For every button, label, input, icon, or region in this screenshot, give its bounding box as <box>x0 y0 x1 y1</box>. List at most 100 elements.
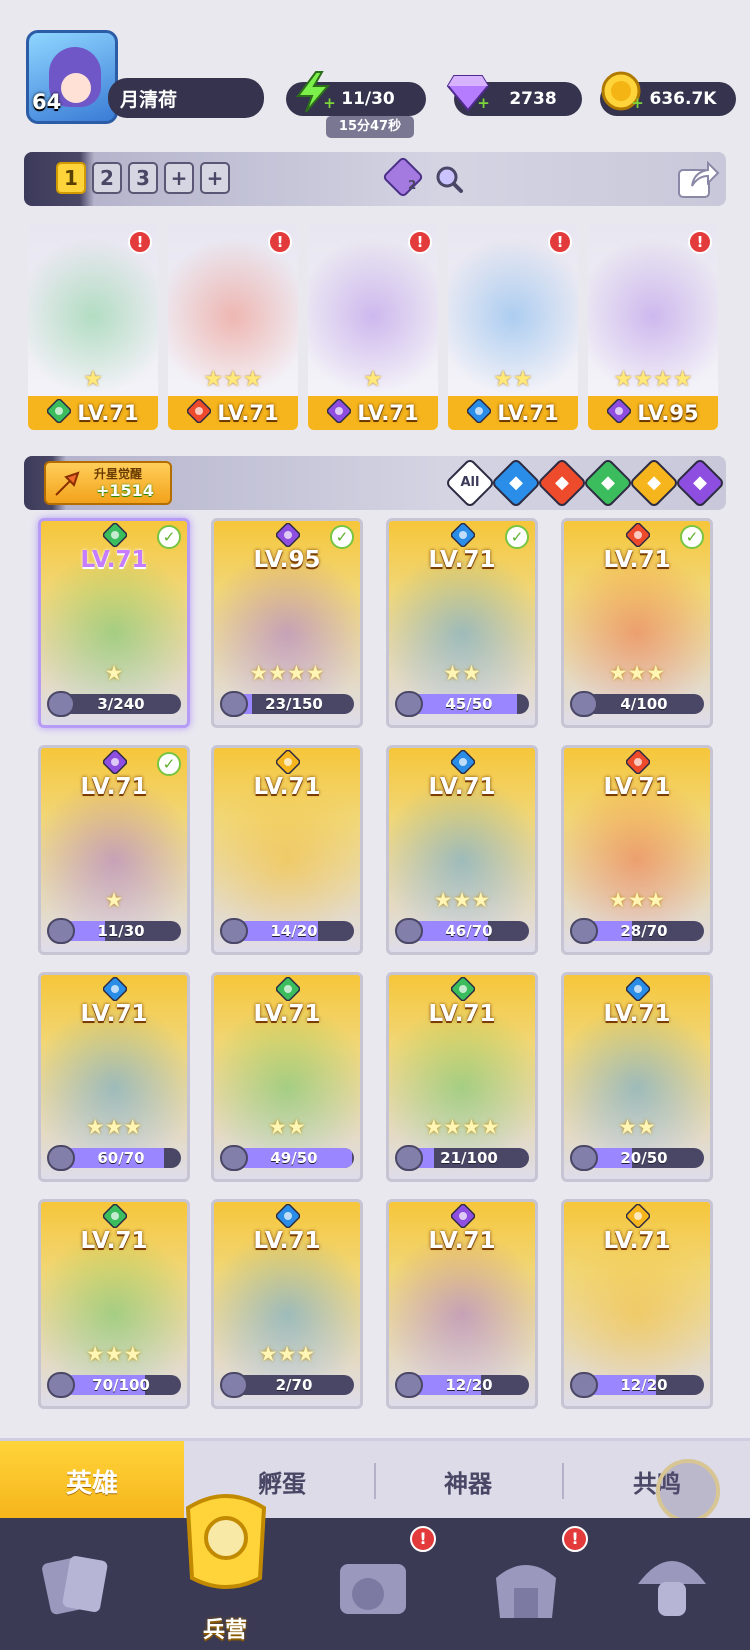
gem-plus-icon[interactable]: + <box>476 96 491 111</box>
hero-level: LV.71 <box>80 774 148 800</box>
filter-light-button[interactable]: ◆ <box>628 457 680 509</box>
hero-level: LV.71 <box>80 547 148 573</box>
bottom-nav: 兵营 ! ! <box>0 1494 750 1650</box>
earth-element-icon <box>275 976 301 1002</box>
hero-card[interactable]: ✓ LV.71 ★ 3/240 <box>38 518 190 728</box>
hero-stars: ★★★★ <box>249 661 325 685</box>
hero-stars: ★ <box>104 661 124 685</box>
check-icon: ✓ <box>157 525 181 549</box>
gold-plus-icon[interactable]: + <box>630 96 645 111</box>
hero-card[interactable]: ✓ LV.95 ★★★★ 23/150 <box>211 518 363 728</box>
mushroom-icon[interactable] <box>632 1544 712 1624</box>
team-hero-slot[interactable]: ! ★★ LV.71 <box>448 224 578 430</box>
hero-card[interactable]: LV.71 12/20 <box>386 1199 538 1409</box>
filter-bar: 升星觉醒 +1514 All ◆ ◆ ◆ ◆ ◆ <box>24 456 726 510</box>
player-name-plate[interactable]: 月清荷 <box>108 78 264 118</box>
fragment-count: 2/70 <box>275 1376 313 1394</box>
filter-all-label: All <box>460 475 480 490</box>
fragment-count: 70/100 <box>92 1376 150 1394</box>
earth-element-icon <box>450 976 476 1002</box>
awaken-title: 升星觉醒 <box>94 467 143 481</box>
hero-card[interactable]: LV.71 ★★★ 60/70 <box>38 972 190 1182</box>
water-element-icon <box>625 976 651 1002</box>
filter-fire-button[interactable]: ◆ <box>536 457 588 509</box>
search-icon[interactable] <box>434 164 464 194</box>
team-tab-add-1[interactable]: + <box>164 162 194 194</box>
filter-water-button[interactable]: ◆ <box>490 457 542 509</box>
alert-badge: ! <box>268 230 292 254</box>
hero-card[interactable]: LV.71 ★★ 20/50 <box>561 972 713 1182</box>
filter-all-button[interactable]: All <box>444 457 496 509</box>
fragment-progress: 46/70 <box>395 918 529 944</box>
hero-card[interactable]: LV.71 12/20 <box>561 1199 713 1409</box>
team-tab-add-2[interactable]: + <box>200 162 230 194</box>
filter-dark-button[interactable]: ◆ <box>674 457 726 509</box>
team-tab-3[interactable]: 3 <box>128 162 158 194</box>
share-icon[interactable] <box>676 158 720 200</box>
hero-level: LV.71 <box>217 401 279 425</box>
hero-card[interactable]: LV.71 ★★★★ 21/100 <box>386 972 538 1182</box>
hero-level: LV.71 <box>357 401 419 425</box>
team-bar: 1 2 3 + + 2 <box>24 152 726 206</box>
temple-alert-badge: ! <box>562 1526 588 1552</box>
hero-card[interactable]: ✓ LV.71 ★★ 45/50 <box>386 518 538 728</box>
hero-card[interactable]: LV.71 ★★★ 2/70 <box>211 1199 363 1409</box>
hero-level: LV.71 <box>80 1001 148 1027</box>
team-hero-slot[interactable]: ! ★ LV.71 <box>308 224 438 430</box>
hero-card[interactable]: LV.71 ★★ 49/50 <box>211 972 363 1182</box>
gem-value: 2738 <box>509 89 557 109</box>
team-hero-slot[interactable]: ! ★★★ LV.71 <box>168 224 298 430</box>
barracks-tab[interactable]: 兵营 <box>166 1488 284 1648</box>
player-level: 64 <box>32 90 62 114</box>
floating-assist-button[interactable] <box>656 1459 720 1523</box>
map-book-icon[interactable] <box>334 1550 414 1630</box>
hero-card[interactable]: LV.71 14/20 <box>211 745 363 955</box>
light-element-icon <box>275 749 301 775</box>
hero-level: LV.71 <box>428 774 496 800</box>
dark-element-icon <box>327 398 352 423</box>
earth-element-icon: ◆ <box>601 472 615 493</box>
hero-stars: ★★★ <box>608 661 666 685</box>
awaken-button[interactable]: 升星觉醒 +1514 <box>44 461 172 505</box>
hero-level: LV.71 <box>603 1228 671 1254</box>
fragment-count: 21/100 <box>440 1149 498 1167</box>
tab-artifact[interactable]: 神器 <box>376 1441 560 1521</box>
fragment-count: 60/70 <box>97 1149 145 1167</box>
tab-hero[interactable]: 英雄 <box>0 1441 184 1521</box>
team-hero-slot[interactable]: ! ★★★★ LV.95 <box>588 224 718 430</box>
hero-level: LV.71 <box>253 774 321 800</box>
hero-card[interactable]: ✓ LV.71 ★★★ 4/100 <box>561 518 713 728</box>
check-icon: ✓ <box>680 525 704 549</box>
hero-stars: ★ <box>83 367 103 392</box>
temple-icon[interactable] <box>486 1548 566 1628</box>
fragment-count: 45/50 <box>445 695 493 713</box>
hero-level: LV.71 <box>497 401 559 425</box>
team-tab-2[interactable]: 2 <box>92 162 122 194</box>
hero-card[interactable]: ✓ LV.71 ★ 11/30 <box>38 745 190 955</box>
fragment-progress: 60/70 <box>47 1145 181 1171</box>
team-tab-1[interactable]: 1 <box>56 162 86 194</box>
team-swap-icon[interactable] <box>381 155 425 199</box>
filter-earth-button[interactable]: ◆ <box>582 457 634 509</box>
map-alert-badge: ! <box>410 1526 436 1552</box>
dark-element-icon <box>275 522 301 548</box>
fragment-count: 46/70 <box>445 922 493 940</box>
hero-card[interactable]: LV.71 ★★★ 28/70 <box>561 745 713 955</box>
hero-level-bar: LV.71 <box>168 396 298 430</box>
fragment-count: 49/50 <box>270 1149 318 1167</box>
barracks-icon <box>185 1494 267 1589</box>
water-element-icon <box>102 976 128 1002</box>
fragment-progress: 14/20 <box>220 918 354 944</box>
hero-level: LV.71 <box>603 547 671 573</box>
hero-card[interactable]: LV.71 ★★★ 46/70 <box>386 745 538 955</box>
hero-card[interactable]: LV.71 ★★★ 70/100 <box>38 1199 190 1409</box>
fire-element-icon <box>187 398 212 423</box>
team-hero-slot[interactable]: ! ★ LV.71 <box>28 224 158 430</box>
cards-icon[interactable] <box>36 1546 116 1626</box>
category-tabs: 英雄 孵蛋 神器 共鸣 <box>0 1438 750 1523</box>
energy-plus-icon[interactable]: + <box>322 96 337 111</box>
earth-element-icon <box>47 398 72 423</box>
fragment-progress: 45/50 <box>395 691 529 717</box>
dark-element-icon: ◆ <box>693 472 707 493</box>
fragment-count: 4/100 <box>620 695 668 713</box>
